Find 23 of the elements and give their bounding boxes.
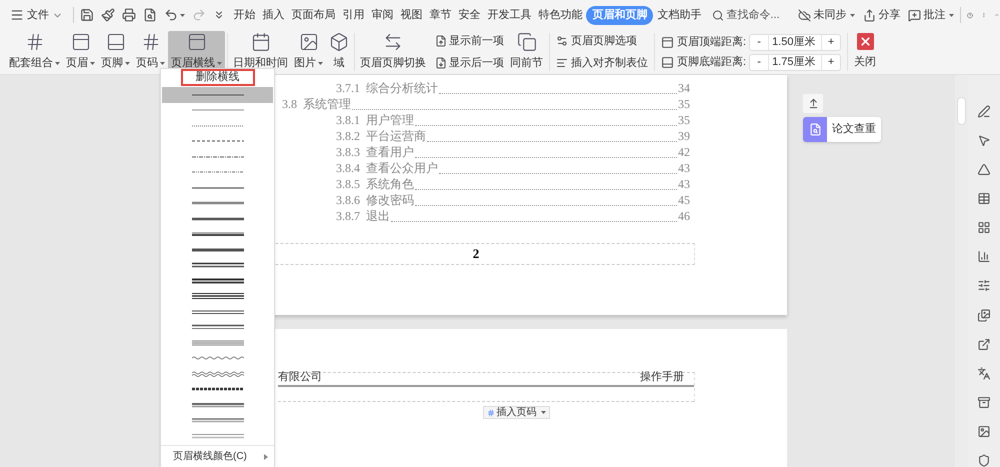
toc-page-number: 42 <box>678 144 690 161</box>
toc-entry: 3.7.1 综合分析统计 <box>336 80 438 97</box>
toc-entry: 3.8.7 退出 <box>336 208 390 225</box>
toc-page-number: 46 <box>678 208 690 225</box>
toc-page-number: 43 <box>678 160 690 177</box>
toc-entry: 3.8.1 用户管理 <box>336 112 414 129</box>
toc-entry: 3.8.4 查看公众用户 <box>336 160 438 177</box>
toc-page-number: 43 <box>678 176 690 193</box>
toc-entry: 3.8 系统管理 <box>282 96 351 113</box>
header-text: 操作手册 <box>640 370 685 384</box>
toc-entry: 3.8.5 系统角色 <box>336 176 414 193</box>
distance-label: 页眉顶端距离: <box>677 34 746 50</box>
toc-entry: 3.8.3 查看用户 <box>336 144 414 161</box>
toc-page-number: 39 <box>678 128 690 145</box>
toc-page-number: 35 <box>678 96 690 113</box>
toc-page-number: 35 <box>678 112 690 129</box>
toc-entry: 3.8.6 修改密码 <box>336 192 414 209</box>
toc-page-number: 45 <box>678 192 690 209</box>
distance-label: 页脚底端距离: <box>677 54 746 70</box>
toc-entry: 3.8.2 平台运营商 <box>336 128 426 145</box>
page-number: 2 <box>472 245 480 264</box>
toc-page-number: 34 <box>678 80 690 97</box>
header-text: 有限公司 <box>278 370 322 384</box>
